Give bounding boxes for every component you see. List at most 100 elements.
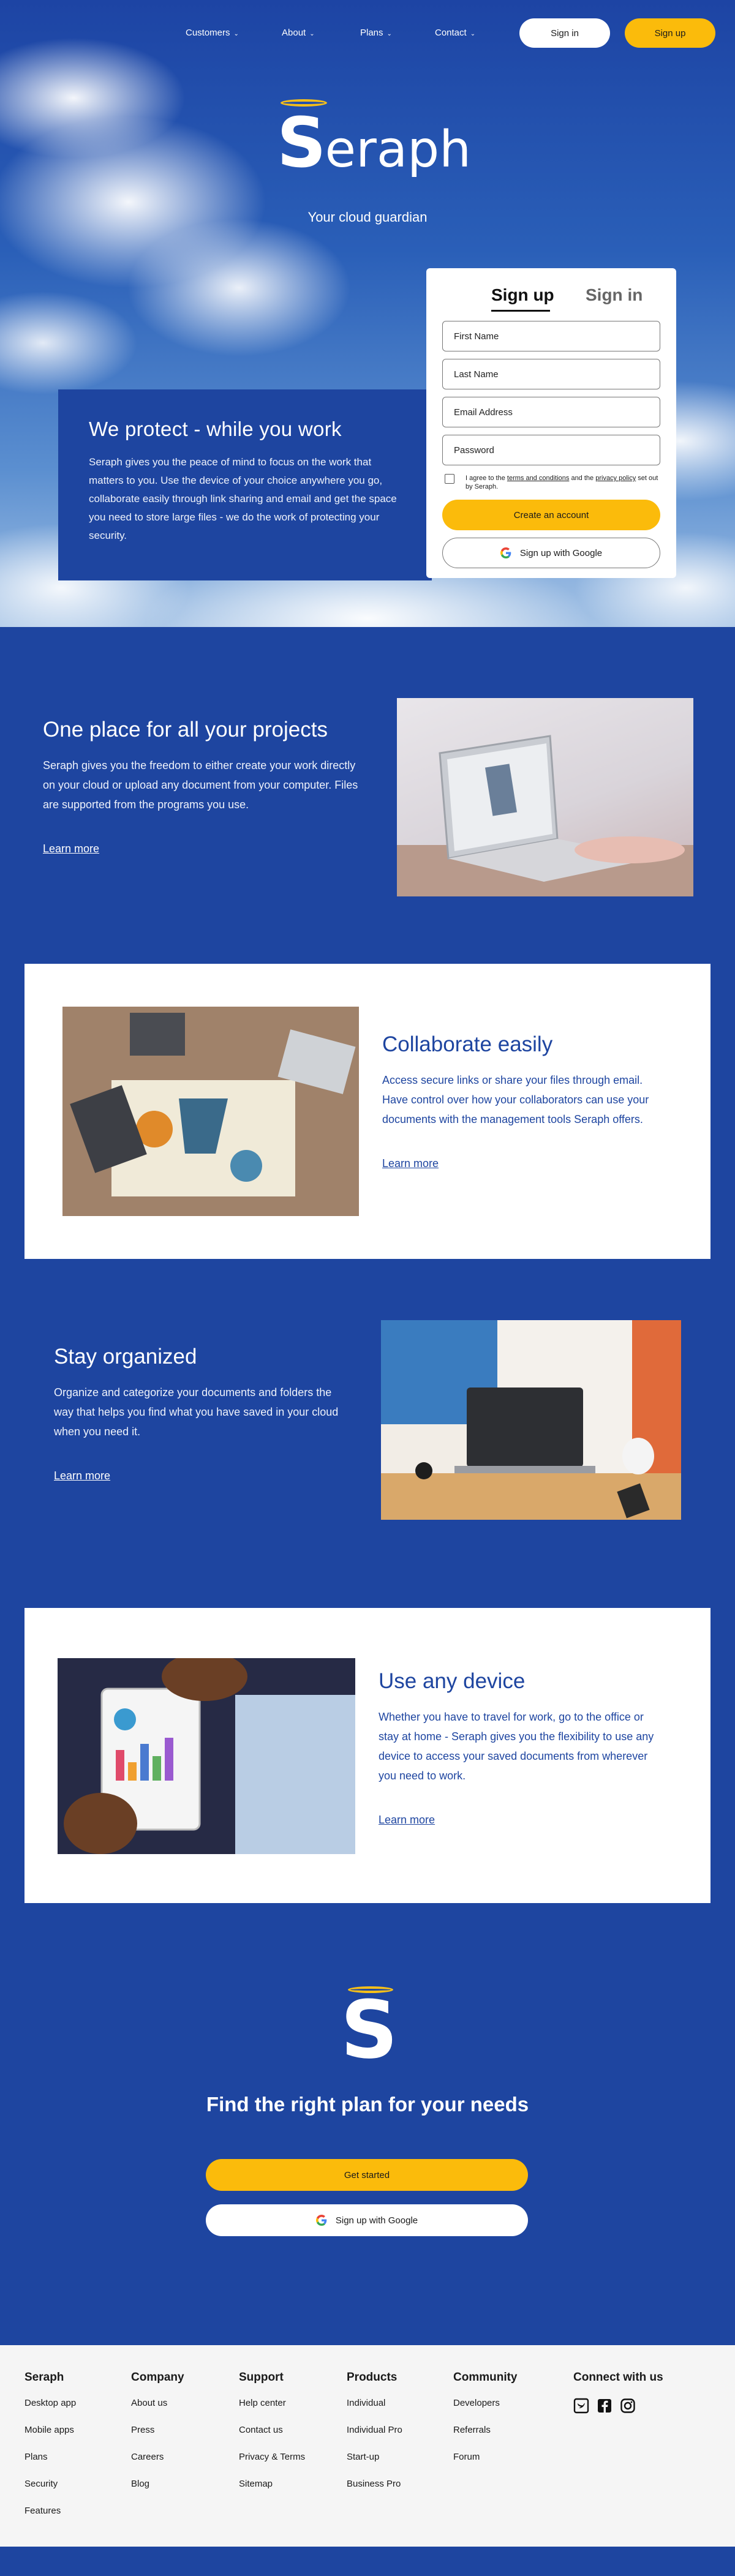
organized-learn-more-link[interactable]: Learn more	[54, 1470, 110, 1482]
feature-organized: Stay organized Organize and categorize y…	[0, 1277, 735, 1608]
get-started-button[interactable]: Get started	[206, 2159, 528, 2191]
footer-link[interactable]: Press	[131, 2425, 184, 2435]
twitter-icon[interactable]	[573, 2398, 589, 2414]
password-field[interactable]	[442, 435, 660, 465]
tab-sign-in[interactable]: Sign in	[586, 285, 643, 305]
footer-link[interactable]: Forum	[453, 2452, 518, 2462]
tablet-illustration	[58, 1658, 355, 1854]
tablet-chart-photo	[58, 1658, 355, 1854]
organized-title: Stay organized	[54, 1345, 197, 1369]
hero-section: Customers ⌄ About ⌄ Plans ⌄ Contact ⌄ Sign i…	[0, 0, 735, 627]
nav-label: Plans	[360, 28, 383, 38]
footer-link[interactable]: Desktop app	[24, 2398, 76, 2408]
collaborate-body: Access secure links or share your files …	[382, 1074, 649, 1125]
footer-link[interactable]: About us	[131, 2398, 184, 2408]
instagram-icon[interactable]	[620, 2398, 636, 2414]
footer-link[interactable]: Individual Pro	[347, 2425, 402, 2435]
collaboration-illustration	[62, 1007, 359, 1216]
nav-label: Contact	[435, 28, 467, 38]
nav-about[interactable]: About ⌄	[282, 28, 315, 38]
chevron-down-icon: ⌄	[470, 31, 476, 37]
chevron-down-icon: ⌄	[233, 31, 239, 37]
chevron-down-icon: ⌄	[309, 31, 315, 37]
footer-link[interactable]: Blog	[131, 2479, 184, 2489]
plan-title: Find the right plan for your needs	[206, 2093, 529, 2116]
footer-col-company: Company About us Press Careers Blog	[131, 2371, 184, 2506]
protect-panel: We protect - while you work Seraph gives…	[58, 389, 432, 580]
footer-link[interactable]: Business Pro	[347, 2479, 402, 2489]
any-device-title: Use any device	[379, 1669, 526, 1693]
seraph-logo: Seraph	[277, 97, 471, 189]
logo-rest: eraph	[325, 121, 472, 179]
projects-learn-more-link[interactable]: Learn more	[43, 843, 99, 855]
nav-label: Customers	[186, 28, 230, 38]
footer-col-title: Seraph	[24, 2371, 64, 2384]
footer-col-title: Connect with us	[573, 2371, 663, 2384]
footer-link[interactable]: Security	[24, 2479, 76, 2489]
tab-sign-up[interactable]: Sign up	[491, 285, 554, 305]
last-name-field[interactable]	[442, 359, 660, 389]
collaborate-learn-more-link[interactable]: Learn more	[382, 1157, 439, 1170]
nav-plans[interactable]: Plans ⌄	[360, 28, 392, 38]
footer-link[interactable]: Help center	[239, 2398, 305, 2408]
chevron-down-icon: ⌄	[386, 31, 392, 37]
footer-link[interactable]: Start-up	[347, 2452, 402, 2462]
protect-body: Seraph gives you the peace of mind to fo…	[89, 456, 397, 541]
privacy-link[interactable]: privacy policy	[595, 475, 636, 482]
footer-link[interactable]: Sitemap	[239, 2479, 305, 2489]
footer-col-title: Community	[453, 2371, 518, 2384]
feature-projects: One place for all your projects Seraph g…	[0, 627, 735, 964]
organized-body: Organize and categorize your documents a…	[54, 1386, 339, 1438]
footer-link[interactable]: Referrals	[453, 2425, 518, 2435]
create-account-button[interactable]: Create an account	[442, 500, 660, 530]
any-device-learn-more-link[interactable]: Learn more	[379, 1814, 435, 1827]
plan-logo-letter: S	[341, 1983, 398, 2076]
nav-sign-up-button[interactable]: Sign up	[625, 18, 715, 48]
plan-google-label: Sign up with Google	[335, 2215, 418, 2226]
first-name-field[interactable]	[442, 321, 660, 351]
organized-text: Stay organized Organize and categorize y…	[54, 1345, 354, 1482]
social-icons	[573, 2398, 663, 2414]
top-nav: Customers ⌄ About ⌄ Plans ⌄ Contact ⌄ Sign i…	[0, 18, 735, 49]
nav-contact[interactable]: Contact ⌄	[435, 28, 475, 38]
footer-link[interactable]: Privacy & Terms	[239, 2452, 305, 2462]
feature-collaborate: Collaborate easily Access secure links o…	[0, 964, 735, 1277]
footer-link[interactable]: Individual	[347, 2398, 402, 2408]
footer-link[interactable]: Careers	[131, 2452, 184, 2462]
footer-link[interactable]: Mobile apps	[24, 2425, 76, 2435]
nav-sign-in-button[interactable]: Sign in	[519, 18, 610, 48]
feature-any-device: Use any device Whether you have to trave…	[0, 1608, 735, 1958]
footer-col-products: Products Individual Individual Pro Start…	[347, 2371, 402, 2506]
google-icon	[500, 547, 511, 558]
form-tabs: Sign up Sign in	[442, 279, 660, 314]
terms-link[interactable]: terms and conditions	[507, 475, 570, 482]
agree-prefix: I agree to the	[466, 475, 507, 482]
google-signup-button[interactable]: Sign up with Google	[442, 538, 660, 568]
plan-google-signup-button[interactable]: Sign up with Google	[206, 2204, 528, 2236]
nav-label: About	[282, 28, 306, 38]
terms-agreement: I agree to the terms and conditions and …	[442, 474, 660, 491]
collaborate-title: Collaborate easily	[382, 1032, 553, 1056]
footer-link[interactable]: Plans	[24, 2452, 76, 2462]
nav-customers[interactable]: Customers ⌄	[186, 28, 239, 38]
google-icon	[315, 2215, 327, 2226]
footer-col-title: Support	[239, 2371, 284, 2384]
laptop-typing-photo	[397, 698, 693, 896]
projects-text: One place for all your projects Seraph g…	[43, 718, 361, 855]
active-tab-underline	[491, 310, 550, 312]
terms-checkbox[interactable]	[445, 474, 454, 484]
footer-col-community: Community Developers Referrals Forum	[453, 2371, 518, 2479]
terms-text: I agree to the terms and conditions and …	[466, 474, 660, 491]
logo-wordmark: Seraph	[277, 109, 471, 178]
team-collaboration-photo	[62, 1007, 359, 1216]
footer-link[interactable]: Features	[24, 2506, 76, 2516]
footer-col-connect: Connect with us	[573, 2371, 663, 2414]
google-button-label: Sign up with Google	[519, 547, 603, 558]
projects-title: One place for all your projects	[43, 718, 328, 742]
any-device-body: Whether you have to travel for work, go …	[379, 1711, 654, 1782]
site-footer: Seraph Desktop app Mobile apps Plans Sec…	[0, 2345, 735, 2547]
facebook-icon[interactable]	[597, 2398, 612, 2414]
email-field[interactable]	[442, 397, 660, 427]
footer-link[interactable]: Contact us	[239, 2425, 305, 2435]
footer-link[interactable]: Developers	[453, 2398, 518, 2408]
